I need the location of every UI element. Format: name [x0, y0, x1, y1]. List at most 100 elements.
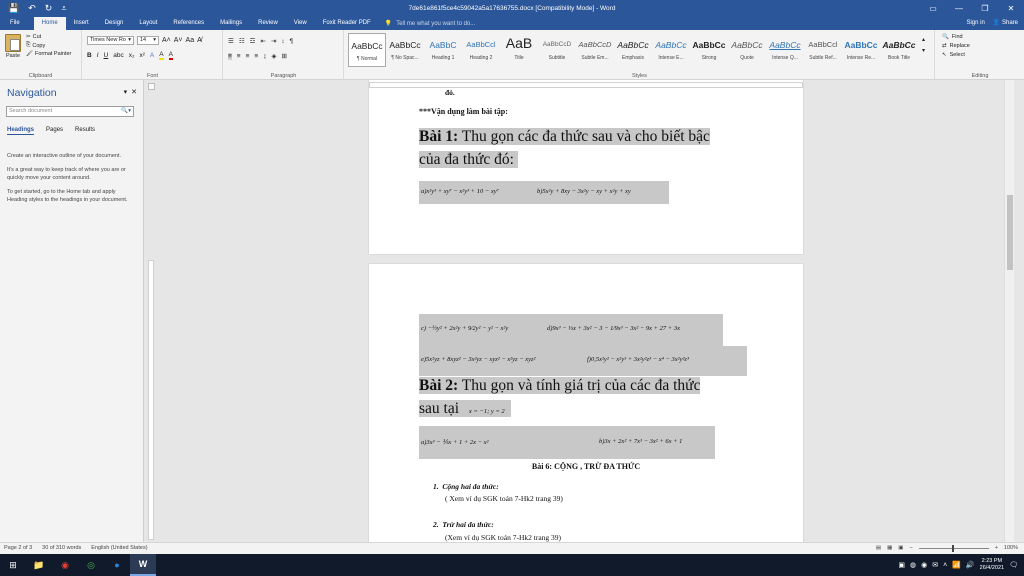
scrollbar-thumb[interactable] — [1007, 195, 1013, 270]
sign-in-link[interactable]: Sign in — [966, 17, 984, 30]
share-button[interactable]: 👤 Share — [993, 17, 1018, 30]
styles-scroll-down-icon[interactable]: ▾ — [922, 47, 925, 54]
zoom-slider[interactable] — [918, 544, 989, 552]
style-emphasis[interactable]: AaBbCc Emphasis — [614, 33, 652, 67]
superscript-icon[interactable]: x² — [139, 52, 144, 59]
highlight-icon[interactable]: A — [159, 51, 164, 60]
tab-references[interactable]: References — [165, 17, 212, 30]
style-subtle-emphasis[interactable]: AaBbCcD Subtle Em... — [576, 33, 614, 67]
zoom-in-icon[interactable]: + — [995, 545, 998, 551]
minimize-button[interactable]: — — [946, 0, 972, 17]
zoom-level[interactable]: 100% — [1004, 545, 1018, 551]
grow-font-icon[interactable]: A˄ — [162, 37, 171, 44]
select-button[interactable]: ↖ Select — [942, 52, 970, 58]
chat-app-icon[interactable]: ● — [104, 554, 130, 576]
clear-formatting-icon[interactable]: A̸ — [197, 37, 202, 44]
sort-icon[interactable]: ↕ — [281, 38, 284, 45]
redo-icon[interactable]: ↻ — [45, 4, 53, 13]
multilevel-list-icon[interactable]: ☲ — [250, 37, 256, 45]
format-painter-button[interactable]: 🖌 Format Painter — [26, 51, 71, 57]
style-intense-reference[interactable]: AaBbCc Intense Re... — [842, 33, 880, 67]
notifications-icon[interactable]: 🗨 — [1009, 561, 1018, 569]
volume-icon[interactable]: 🔊 — [966, 561, 975, 569]
line-spacing-icon[interactable]: ↨ — [263, 53, 266, 60]
save-icon[interactable]: 💾 — [8, 4, 19, 13]
chrome-icon[interactable]: ◉ — [52, 554, 78, 576]
style-book-title[interactable]: AaBbCc Book Title — [880, 33, 918, 67]
clock[interactable]: 2:23 PM 26/4/2021 — [980, 558, 1004, 572]
browser-icon[interactable]: ◎ — [78, 554, 104, 576]
tab-view[interactable]: View — [286, 17, 315, 30]
show-hidden-icons-icon[interactable]: ˄ — [943, 562, 947, 569]
increase-indent-icon[interactable]: ⇥ — [271, 37, 276, 45]
close-button[interactable]: ✕ — [998, 0, 1024, 17]
tray-app-icon[interactable]: ◍ — [910, 561, 916, 569]
tray-app-icon[interactable]: ✉ — [932, 561, 938, 569]
style-subtle-reference[interactable]: AaBbCcl Subtle Ref... — [804, 33, 842, 67]
tray-app-icon[interactable]: ◉ — [921, 561, 927, 569]
style-intense-quote[interactable]: AaBbCc Intense Q... — [766, 33, 804, 67]
font-name-select[interactable]: Times New Ro ▾ — [87, 36, 134, 45]
tab-selector[interactable] — [148, 83, 155, 90]
style-heading-2[interactable]: AaBbCcl Heading 2 — [462, 33, 500, 67]
ribbon-display-options-icon[interactable]: ▭ — [920, 0, 946, 17]
tab-design[interactable]: Design — [97, 17, 132, 30]
styles-scroll-up-icon[interactable]: ▴ — [922, 36, 925, 43]
bold-button[interactable]: B — [87, 52, 92, 59]
cut-button[interactable]: ✂ Cut — [26, 34, 71, 40]
page-1[interactable]: đó. ***Vận dụng làm bài tập: Bài 1: Thu … — [369, 80, 803, 254]
tab-headings[interactable]: Headings — [7, 127, 35, 135]
search-icon[interactable]: 🔍▾ — [121, 107, 133, 116]
customize-qat-icon[interactable]: ⩡ — [61, 4, 66, 13]
decrease-indent-icon[interactable]: ⇤ — [260, 37, 265, 45]
tab-results[interactable]: Results — [75, 127, 95, 135]
font-size-select[interactable]: 14 ▾ — [137, 36, 159, 45]
strikethrough-icon[interactable]: abc — [113, 52, 123, 59]
page-count[interactable]: Page 2 of 3 — [4, 545, 32, 551]
tab-review[interactable]: Review — [250, 17, 286, 30]
vertical-scrollbar[interactable] — [1004, 80, 1014, 542]
style-subtitle[interactable]: AaBbCcD Subtitle — [538, 33, 576, 67]
borders-icon[interactable]: ⊞ — [281, 52, 286, 60]
tab-home[interactable]: Home — [33, 17, 66, 30]
numbering-icon[interactable]: ☷ — [239, 37, 245, 45]
style-no-spacing[interactable]: AaBbCc ¶ No Spac... — [386, 33, 424, 67]
style-normal[interactable]: AaBbCc ¶ Normal — [348, 33, 386, 67]
restore-button[interactable]: ❐ — [972, 0, 998, 17]
pane-options-icon[interactable]: ▾ — [124, 88, 128, 96]
page-2[interactable]: c) −½y² + 2x²y + 9⁄2y² − y² − x²y d)9x³ … — [369, 264, 803, 542]
style-intense-emphasis[interactable]: AaBbCc Intense E... — [652, 33, 690, 67]
windows-start-icon[interactable]: ⊞ — [0, 554, 26, 576]
italic-button[interactable]: I — [97, 52, 99, 59]
style-strong[interactable]: AaBbCc Strong — [690, 33, 728, 67]
zoom-out-icon[interactable]: − — [909, 545, 912, 551]
align-left-icon[interactable]: ≡ — [228, 52, 232, 60]
paste-button[interactable]: Paste — [4, 34, 22, 59]
shading-icon[interactable]: ◈ — [271, 52, 276, 60]
justify-icon[interactable]: ≡ — [254, 53, 258, 60]
web-layout-icon[interactable]: ▣ — [898, 545, 903, 551]
language-indicator[interactable]: English (United States) — [91, 545, 147, 551]
change-case-icon[interactable]: Aa — [186, 37, 195, 44]
align-center-icon[interactable]: ≡ — [237, 53, 241, 60]
bullets-icon[interactable]: ☰ — [228, 37, 234, 45]
tab-mailings[interactable]: Mailings — [212, 17, 250, 30]
pilcrow-icon[interactable]: ¶ — [290, 38, 294, 45]
document-area[interactable]: đó. ***Vận dụng làm bài tập: Bài 1: Thu … — [145, 80, 1014, 542]
tab-insert[interactable]: Insert — [66, 17, 97, 30]
tab-foxit-reader-pdf[interactable]: Foxit Reader PDF — [315, 17, 379, 30]
tell-me-box[interactable]: 💡 Tell me what you want to do... — [385, 20, 476, 28]
network-icon[interactable]: 📶 — [952, 561, 961, 569]
underline-button[interactable]: U — [104, 52, 109, 59]
copy-button[interactable]: ⎘ Copy — [26, 42, 71, 49]
tray-app-icon[interactable]: ▣ — [898, 561, 905, 569]
word-count[interactable]: 30 of 310 words — [42, 545, 81, 551]
tab-pages[interactable]: Pages — [46, 127, 63, 135]
search-document-input[interactable]: Search document 🔍▾ — [6, 106, 134, 117]
read-mode-icon[interactable]: ▤ — [876, 545, 881, 551]
undo-icon[interactable]: ↶ — [28, 4, 36, 13]
file-explorer-icon[interactable]: 📁 — [26, 554, 52, 576]
tab-file[interactable]: File — [0, 17, 34, 30]
style-title[interactable]: AaB Title — [500, 33, 538, 67]
word-taskbar-icon[interactable]: W — [130, 554, 156, 576]
